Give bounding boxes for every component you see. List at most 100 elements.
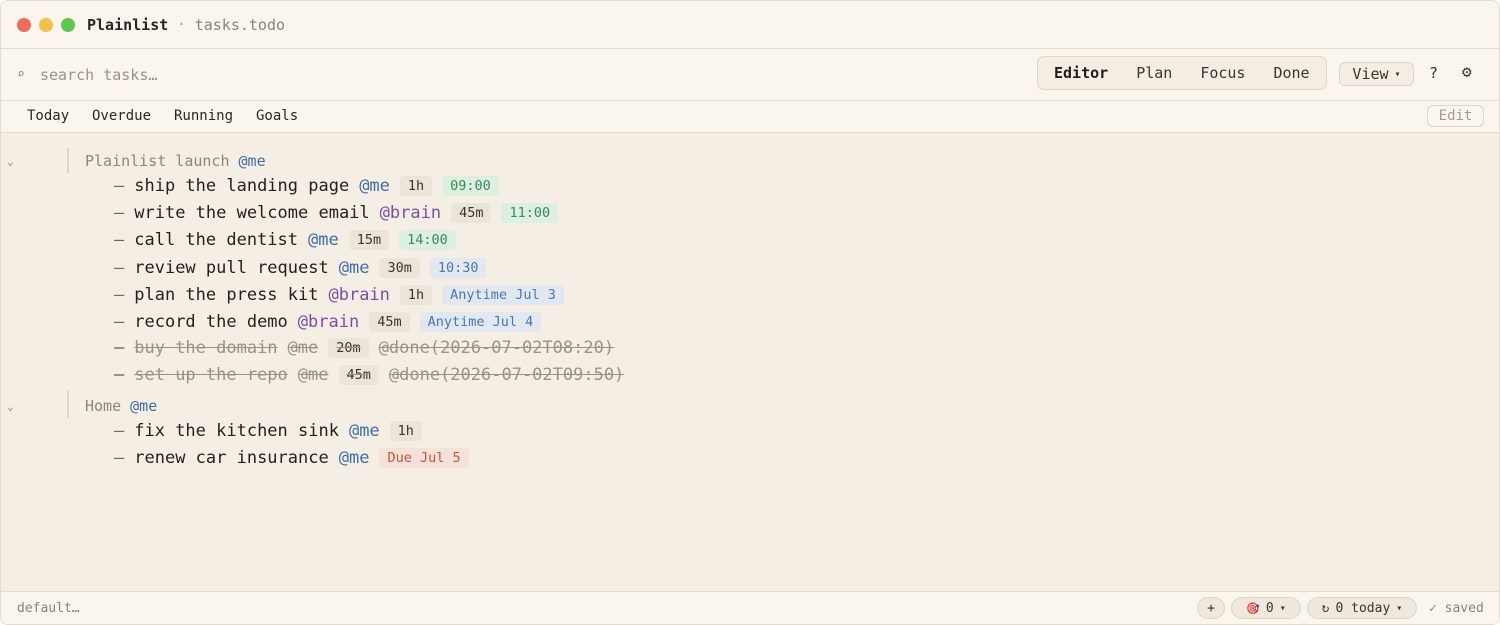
- task-assignee: @me: [308, 230, 339, 250]
- anytime-chip: Anytime Jul 4: [419, 312, 542, 332]
- task-row[interactable]: – write the welcome email @brain 45m 11:…: [114, 203, 559, 223]
- task-text: ship the landing page: [134, 176, 350, 196]
- task-row[interactable]: – review pull request @me 30m 10:30: [114, 258, 487, 278]
- group-title-text: Plainlist launch: [85, 152, 230, 170]
- duration-chip: 45m: [369, 312, 410, 332]
- filter-today[interactable]: Today: [27, 108, 69, 124]
- edit-filters-button[interactable]: Edit: [1427, 105, 1484, 127]
- chevron-down-icon: ▾: [1279, 602, 1286, 614]
- gear-icon[interactable]: ⚙: [1462, 62, 1472, 81]
- tab-done[interactable]: Done: [1259, 64, 1323, 82]
- duration-chip: 45m: [338, 365, 379, 385]
- anytime-chip: Anytime Jul 3: [442, 285, 564, 305]
- file-name: tasks.todo: [194, 15, 286, 34]
- task-text: call the dentist: [134, 230, 299, 250]
- bullet-dash: –: [114, 312, 125, 332]
- time-chip: 09:00: [442, 176, 499, 196]
- filter-overdue[interactable]: Overdue: [92, 108, 151, 124]
- bullet-dash: –: [114, 258, 125, 278]
- recurring-button[interactable]: ↻ 0 today ▾: [1307, 597, 1417, 619]
- title-separator: ·: [177, 16, 186, 33]
- target-icon: 🎯: [1246, 601, 1260, 615]
- bullet-dash: –: [114, 230, 125, 250]
- time-chip: 14:00: [399, 230, 456, 250]
- task-assignee: @me: [359, 176, 390, 196]
- help-button[interactable]: ?: [1429, 64, 1438, 82]
- search-input[interactable]: [38, 64, 442, 85]
- bullet-dash: –: [114, 448, 125, 468]
- task-text: review pull request: [134, 258, 329, 278]
- plus-icon: +: [1207, 600, 1215, 616]
- title-bar: Plainlist · tasks.todo: [1, 1, 1499, 49]
- app-name: Plainlist: [87, 15, 169, 34]
- task-assignee: @me: [338, 448, 370, 468]
- group-marker: [67, 148, 69, 173]
- duration-chip: 1h: [389, 421, 422, 441]
- tab-plan[interactable]: Plan: [1122, 64, 1186, 82]
- task-row[interactable]: – call the dentist @me 15m 14:00: [114, 230, 456, 250]
- task-assignee: @me: [287, 338, 319, 358]
- search-icon: ⌕: [17, 67, 25, 82]
- toolbar: ⌕ Editor Plan Focus Done View ▾ ? ⚙: [1, 49, 1499, 101]
- chevron-down-icon[interactable]: ⌄: [7, 155, 14, 168]
- save-status: ✓ saved: [1429, 601, 1484, 616]
- duration-chip: 1h: [399, 285, 433, 305]
- done-timestamp: @done(2026-07-02T09:50): [388, 365, 625, 385]
- close-window-button[interactable]: [17, 17, 31, 32]
- task-text: write the welcome email: [134, 203, 370, 223]
- repeat-icon: ↻: [1321, 600, 1330, 616]
- task-assignee: @me: [297, 365, 329, 385]
- task-assignee: @brain: [379, 203, 442, 223]
- group-title: Plainlist launch @me: [85, 152, 266, 170]
- duration-chip: 20m: [328, 338, 369, 358]
- filter-running[interactable]: Running: [174, 108, 233, 124]
- chevron-down-icon[interactable]: ⌄: [7, 400, 14, 413]
- bullet-dash: –: [114, 338, 125, 358]
- bullet-dash: –: [114, 365, 125, 385]
- task-text: renew car insurance: [134, 448, 329, 468]
- task-row[interactable]: – ship the landing page @me 1h 09:00: [114, 176, 499, 196]
- task-text: record the demo: [134, 312, 288, 332]
- group-title-text: Home: [85, 397, 122, 415]
- goal-count: 0: [1265, 600, 1274, 616]
- duration-chip: 15m: [348, 230, 390, 250]
- view-menu-button[interactable]: View ▾: [1339, 62, 1414, 86]
- group-marker: [67, 391, 69, 418]
- recurring-label: 0 today: [1335, 600, 1391, 616]
- tab-focus[interactable]: Focus: [1186, 64, 1259, 82]
- duration-chip: 30m: [379, 258, 420, 278]
- window-controls: [17, 17, 75, 32]
- bullet-dash: –: [114, 285, 125, 305]
- bullet-dash: –: [114, 176, 125, 196]
- time-chip: 11:00: [501, 203, 559, 223]
- duration-chip: 45m: [451, 203, 492, 223]
- app-window: Plainlist · tasks.todo ⌕ Editor Plan Foc…: [0, 0, 1500, 625]
- bullet-dash: –: [114, 421, 125, 441]
- task-row-done[interactable]: – set up the repo @me 45m @done(2026-07-…: [114, 365, 624, 385]
- task-row[interactable]: – fix the kitchen sink @me 1h: [114, 421, 422, 441]
- group-owner: @me: [238, 152, 266, 170]
- goal-button[interactable]: 🎯 0 ▾: [1231, 597, 1301, 619]
- time-chip: 10:30: [429, 258, 487, 278]
- group-title: Home @me: [85, 397, 157, 415]
- task-row[interactable]: – plan the press kit @brain 1h Anytime J…: [114, 285, 564, 305]
- filter-bar: Today Overdue Running Goals Edit: [1, 101, 1499, 133]
- list-name[interactable]: default…: [17, 601, 80, 616]
- chevron-down-icon: ▾: [1394, 68, 1401, 80]
- task-row[interactable]: – renew car insurance @me Due Jul 5: [114, 448, 469, 468]
- status-bar: default… + 🎯 0 ▾ ↻ 0 today ▾ ✓ saved: [1, 591, 1499, 624]
- tab-editor[interactable]: Editor: [1038, 64, 1122, 82]
- duration-chip: 1h: [399, 176, 433, 196]
- zoom-window-button[interactable]: [61, 17, 75, 32]
- minimize-window-button[interactable]: [39, 17, 53, 32]
- task-editor[interactable]: ⌄ Plainlist launch @me – ship the landin…: [1, 133, 1499, 591]
- due-chip: Due Jul 5: [379, 448, 469, 468]
- task-row-done[interactable]: – buy the domain @me 20m @done(2026-07-0…: [114, 338, 614, 358]
- filter-goals[interactable]: Goals: [256, 108, 298, 124]
- mode-switcher: Editor Plan Focus Done: [1037, 56, 1327, 90]
- task-text: plan the press kit: [134, 285, 319, 305]
- add-task-button[interactable]: +: [1197, 597, 1225, 619]
- done-timestamp: @done(2026-07-02T08:20): [378, 338, 615, 358]
- task-row[interactable]: – record the demo @brain 45m Anytime Jul…: [114, 312, 542, 332]
- task-text: set up the repo: [134, 365, 288, 385]
